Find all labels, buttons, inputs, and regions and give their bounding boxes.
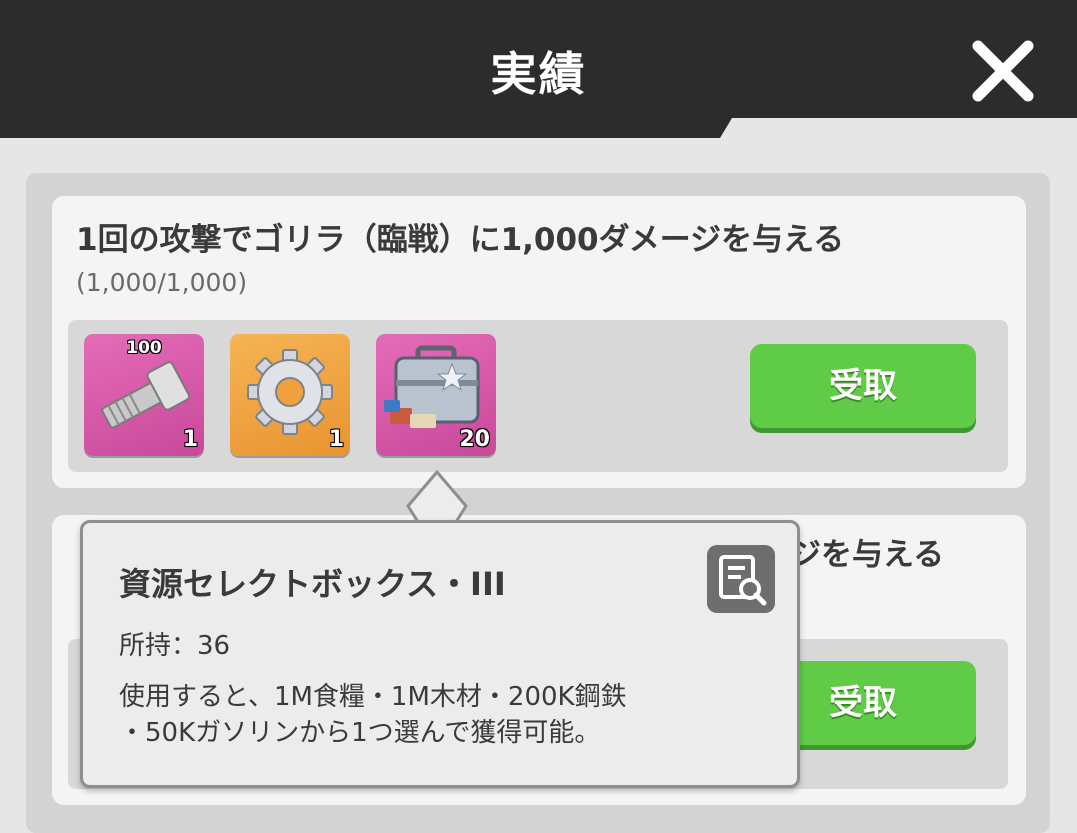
reward-item-gear[interactable]: 1: [230, 334, 350, 456]
reward-quantity: 1: [328, 427, 344, 452]
achievement-card: 1回の攻撃でゴリラ（臨戦）に1,000ダメージを与える (1,000/1,000…: [52, 196, 1026, 488]
claim-button[interactable]: 受取: [750, 344, 976, 428]
reward-badge: 100: [126, 338, 162, 358]
close-button[interactable]: [970, 38, 1036, 104]
tooltip-description-line: 使用すると、1M食糧・1M木材・200K鋼鉄: [119, 682, 627, 712]
reward-item-resource-box[interactable]: 20: [376, 334, 496, 456]
tooltip-item-name: 資源セレクトボックス・III: [119, 565, 506, 603]
reward-quantity: 1: [182, 427, 198, 452]
tooltip-owned-count: 所持：36: [119, 631, 231, 661]
achievement-title: 1回の攻撃でゴリラ（臨戦）に1,000ダメージを与える: [76, 222, 845, 258]
tooltip-pointer: [406, 470, 468, 524]
item-tooltip: 資源セレクトボックス・III 所持：36 使用すると、1M食糧・1M木材・200…: [80, 520, 800, 788]
tooltip-description: 使用すると、1M食糧・1M木材・200K鋼鉄 ・50Kガソリンから1つ選んで獲得…: [119, 679, 627, 751]
reward-row: 100 1 1 20 受取: [68, 320, 1008, 472]
tooltip-description-line: ・50Kガソリンから1つ選んで獲得可能。: [119, 718, 601, 748]
reward-quantity: 20: [459, 427, 490, 452]
achievement-progress: (1,000/1,000): [76, 268, 248, 297]
close-x-icon: [972, 40, 1034, 102]
header-bar: 実績: [0, 0, 1077, 140]
document-search-icon: [719, 555, 767, 606]
achievement-title-fragment: ジを与える: [790, 537, 945, 573]
page-title: 実績: [490, 47, 587, 101]
item-detail-button[interactable]: [707, 545, 775, 613]
reward-item-bolt[interactable]: 100 1: [84, 334, 204, 456]
